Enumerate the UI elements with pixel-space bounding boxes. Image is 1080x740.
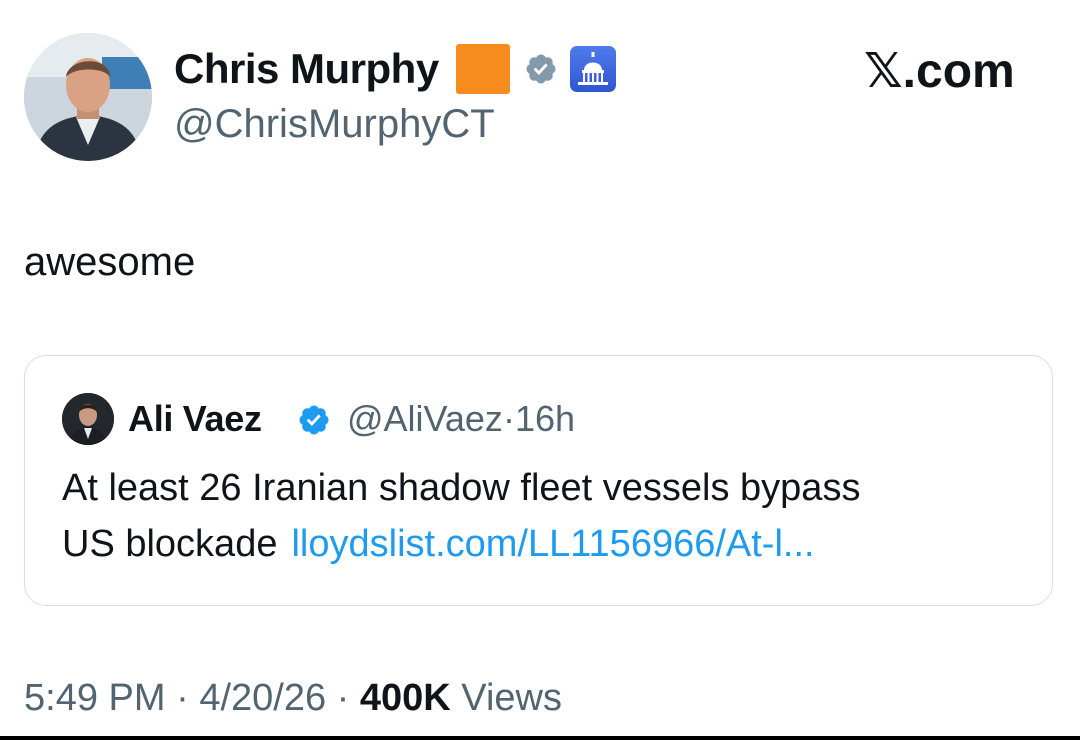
- views-count[interactable]: 400K: [360, 677, 451, 719]
- quoted-author-avatar[interactable]: [62, 393, 114, 445]
- capitol-building-icon[interactable]: [570, 46, 616, 92]
- quoted-tweet-link[interactable]: lloydslist.com/LL1156966/At-l...: [291, 523, 814, 565]
- views-label: Views: [461, 677, 562, 719]
- gray-verified-icon[interactable]: [524, 52, 558, 86]
- quoted-author-name[interactable]: Ali Vaez: [128, 397, 262, 441]
- blue-verified-icon[interactable]: [297, 403, 331, 437]
- author-avatar-image: [24, 33, 152, 161]
- meta-separator: ·: [336, 677, 350, 719]
- quoted-tweet-text-line2: US blockade lloydslist.com/LL1156966/At-l…: [62, 520, 815, 568]
- tweet-date[interactable]: 4/20/26: [199, 677, 326, 719]
- tweet-text: awesome: [24, 240, 196, 284]
- quoted-tweet-text-line2-text: US blockade: [62, 523, 278, 565]
- quoted-tweet-age[interactable]: 16h: [515, 398, 575, 439]
- meta-separator: ·: [176, 677, 189, 719]
- quoted-tweet-meta: @AliVaez·16h: [347, 397, 575, 441]
- orange-square-emoji: [456, 44, 510, 94]
- tweet-time[interactable]: 5:49 PM: [24, 677, 166, 719]
- quoted-author-avatar-image: [62, 393, 114, 445]
- bottom-divider: [0, 736, 1080, 740]
- meta-separator: ·: [502, 398, 515, 439]
- author-avatar[interactable]: [24, 33, 152, 161]
- site-label: 𝕏.com: [864, 45, 1015, 98]
- author-name[interactable]: Chris Murphy: [174, 44, 439, 94]
- author-handle[interactable]: @ChrisMurphyCT: [174, 100, 495, 148]
- tweet-meta: 5:49 PM · 4/20/26 · 400K Views: [24, 674, 562, 722]
- quoted-tweet-text-line1: At least 26 Iranian shadow fleet vessels…: [62, 467, 861, 509]
- quoted-author-handle[interactable]: @AliVaez: [347, 398, 503, 439]
